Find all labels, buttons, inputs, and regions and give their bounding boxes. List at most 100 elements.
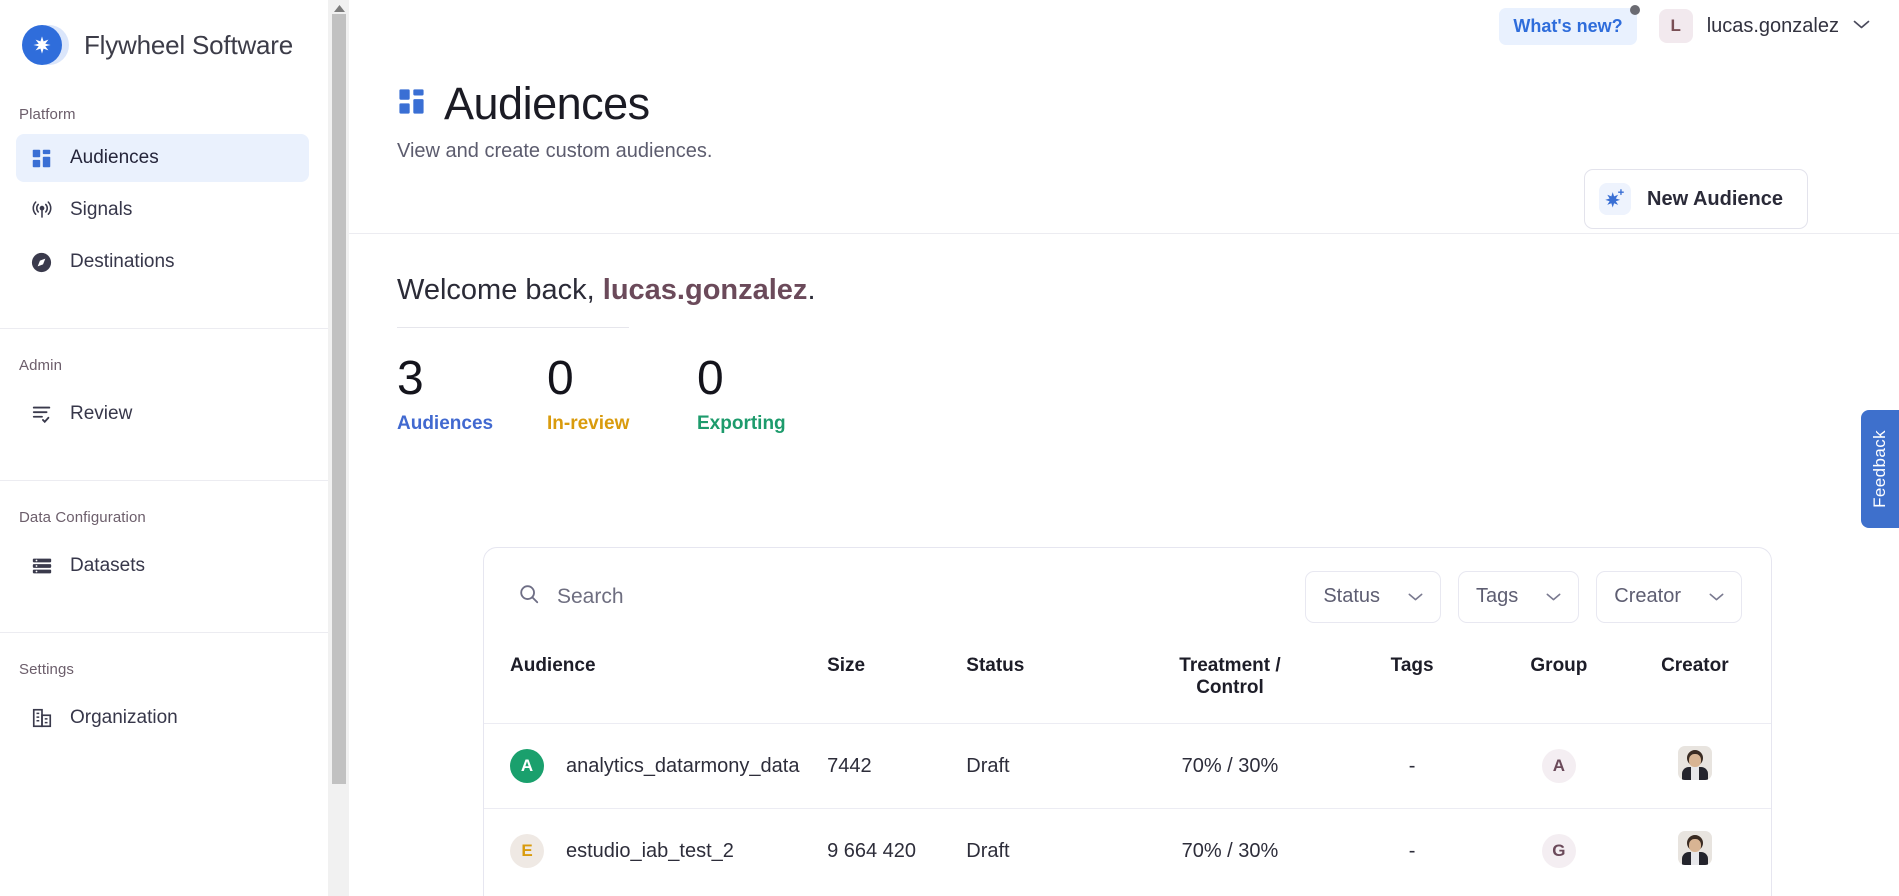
stat-exporting-label: Exporting (697, 413, 847, 435)
stat-exporting-value: 0 (697, 355, 847, 403)
chevron-down-icon (1546, 585, 1561, 608)
cell-creator (1619, 724, 1771, 809)
status-filter-button[interactable]: Status (1305, 571, 1441, 623)
th-audience[interactable]: Audience (484, 645, 827, 724)
sidebar-divider-1 (0, 328, 328, 329)
status-filter-label: Status (1323, 585, 1380, 608)
th-status[interactable]: Status (966, 645, 1135, 724)
avatar: L (1659, 9, 1693, 43)
compass-icon (29, 250, 54, 275)
sidebar-item-audiences-label: Audiences (70, 147, 159, 169)
search-input[interactable]: Search (518, 583, 1288, 610)
sidebar-item-destinations-label: Destinations (70, 251, 175, 273)
stat-audiences-label: Audiences (397, 413, 547, 435)
creator-filter-label: Creator (1614, 585, 1681, 608)
stats-row: 3 Audiences 0 In-review 0 Exporting (349, 355, 1899, 435)
flywheel-star-icon (22, 22, 68, 68)
audience-name[interactable]: estudio_iab_test_2 (566, 840, 734, 863)
page-title: Audiences (444, 78, 650, 130)
stat-audiences[interactable]: 3 Audiences (397, 355, 547, 435)
sidebar-item-organization[interactable]: Organization (16, 694, 309, 742)
cell-group: A (1499, 724, 1619, 809)
group-badge: A (1542, 749, 1576, 783)
sparkle-plus-icon (1599, 183, 1631, 215)
stat-in-review[interactable]: 0 In-review (547, 355, 697, 435)
creator-filter-button[interactable]: Creator (1596, 571, 1742, 623)
avatar[interactable] (1678, 831, 1712, 865)
th-treatment-line2: Control (1135, 677, 1325, 699)
topbar: What's new? L lucas.gonzalez (349, 0, 1899, 52)
cell-treatment-control: 70% / 30% (1135, 809, 1325, 894)
th-treatment-line1: Treatment / (1135, 655, 1325, 677)
sidebar-item-datasets-label: Datasets (70, 555, 145, 577)
search-icon (518, 583, 540, 610)
cell-tags: - (1325, 724, 1499, 809)
sidebar-section-settings-label: Settings (0, 661, 328, 678)
tags-filter-label: Tags (1476, 585, 1518, 608)
page-header: Audiences View and create custom audienc… (349, 52, 1899, 234)
user-name-label: lucas.gonzalez (1707, 15, 1839, 38)
th-treatment-control[interactable]: Treatment / Control (1135, 645, 1325, 724)
avatar[interactable] (1678, 746, 1712, 780)
stat-exporting[interactable]: 0 Exporting (697, 355, 847, 435)
welcome-message: Welcome back, lucas.gonzalez. (349, 274, 1899, 307)
new-audience-label: New Audience (1647, 188, 1783, 211)
brand-name: Flywheel Software (84, 30, 293, 61)
chevron-down-icon (1853, 17, 1870, 35)
user-menu[interactable]: L lucas.gonzalez (1659, 9, 1870, 43)
feedback-tab[interactable]: Feedback (1861, 410, 1899, 528)
cell-group: G (1499, 809, 1619, 894)
search-placeholder: Search (557, 585, 624, 609)
sidebar-scrollbar-thumb[interactable] (332, 14, 346, 784)
audiences-card: Search Status Tags Creator (483, 547, 1772, 896)
sidebar-item-review[interactable]: Review (16, 390, 309, 438)
whats-new-button[interactable]: What's new? (1499, 8, 1636, 45)
table-row[interactable]: A analytics_datarmony_data 7442 Draft 70… (484, 724, 1771, 809)
chevron-down-icon (1408, 585, 1423, 608)
grid-blocks-icon (397, 87, 426, 121)
cell-tags: - (1325, 809, 1499, 894)
cell-audience: A analytics_datarmony_data (484, 724, 827, 809)
database-rows-icon (29, 554, 54, 579)
sidebar-section-data-configuration-label: Data Configuration (0, 509, 328, 526)
sidebar-divider-3 (0, 632, 328, 633)
tags-filter-button[interactable]: Tags (1458, 571, 1579, 623)
app-root: Flywheel Software Platform Audiences Sig… (0, 0, 1899, 896)
sidebar-item-destinations[interactable]: Destinations (16, 238, 309, 286)
chevron-down-icon (1709, 585, 1724, 608)
title-row: Audiences (349, 78, 1899, 130)
th-size[interactable]: Size (827, 645, 966, 724)
brand[interactable]: Flywheel Software (0, 0, 328, 68)
welcome-underline (397, 327, 629, 328)
table-body: A analytics_datarmony_data 7442 Draft 70… (484, 724, 1771, 894)
whats-new-label: What's new? (1513, 16, 1622, 36)
sidebar-item-datasets[interactable]: Datasets (16, 542, 309, 590)
stat-in-review-value: 0 (547, 355, 697, 403)
th-group[interactable]: Group (1499, 645, 1619, 724)
welcome-prefix: Welcome back, (397, 274, 603, 306)
table-head: Audience Size Status Treatment / Control… (484, 645, 1771, 724)
new-audience-button[interactable]: New Audience (1584, 169, 1808, 229)
scroll-up-arrow-icon[interactable] (332, 2, 346, 14)
building-icon (29, 706, 54, 731)
audiences-table: Audience Size Status Treatment / Control… (484, 645, 1771, 893)
sidebar-item-audiences[interactable]: Audiences (16, 134, 309, 182)
page-subtitle: View and create custom audiences. (349, 140, 1899, 163)
filters-row: Search Status Tags Creator (484, 548, 1771, 645)
grid-blocks-icon (29, 146, 54, 171)
th-creator[interactable]: Creator (1619, 645, 1771, 724)
sidebar-item-signals[interactable]: Signals (16, 186, 309, 234)
table-row[interactable]: E estudio_iab_test_2 9 664 420 Draft 70%… (484, 809, 1771, 894)
audience-initial-badge: A (510, 749, 544, 783)
cell-status: Draft (966, 724, 1135, 809)
table-header-row: Audience Size Status Treatment / Control… (484, 645, 1771, 724)
cell-size: 9 664 420 (827, 809, 966, 894)
welcome-suffix: . (807, 274, 815, 306)
stat-audiences-value: 3 (397, 355, 547, 403)
sidebar-item-signals-label: Signals (70, 199, 132, 221)
cell-creator (1619, 809, 1771, 894)
th-tags[interactable]: Tags (1325, 645, 1499, 724)
list-check-icon (29, 402, 54, 427)
audience-initial-badge: E (510, 834, 544, 868)
audience-name[interactable]: analytics_datarmony_data (566, 755, 799, 778)
